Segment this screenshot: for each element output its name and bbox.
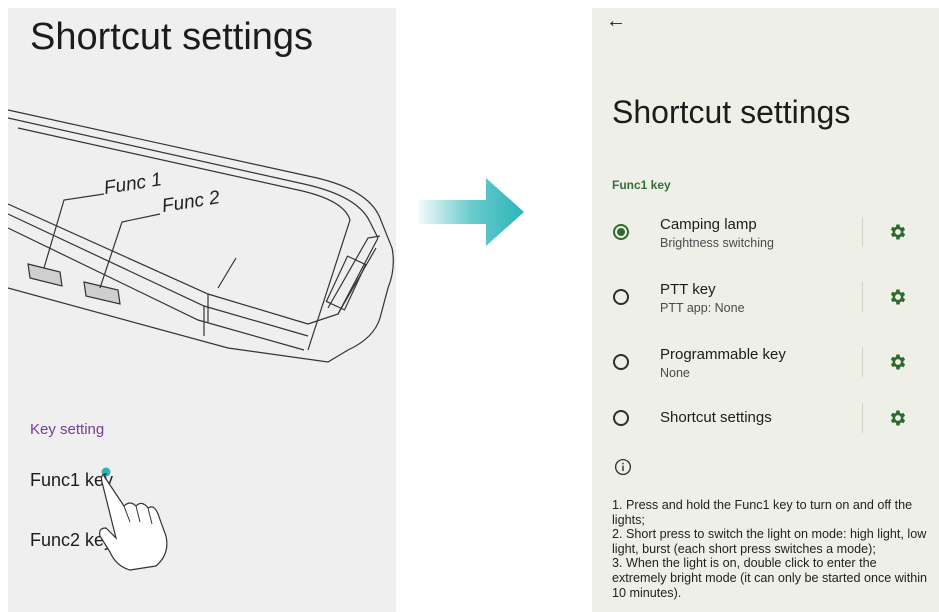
- page-title: Shortcut settings: [30, 16, 314, 58]
- gear-icon[interactable]: [888, 287, 908, 307]
- divider: [862, 217, 863, 247]
- option-subtitle: None: [660, 366, 690, 380]
- gear-icon[interactable]: [888, 222, 908, 242]
- option-ptt-key[interactable]: PTT key PTT app: None: [592, 269, 939, 325]
- gear-icon[interactable]: [888, 408, 908, 428]
- note-line: 1. Press and hold the Func1 key to turn …: [612, 498, 913, 527]
- radio-unchecked-icon[interactable]: [613, 410, 629, 426]
- divider: [862, 403, 863, 433]
- option-subtitle: PTT app: None: [660, 301, 745, 315]
- option-subtitle: Brightness switching: [660, 236, 774, 250]
- option-programmable-key[interactable]: Programmable key None: [592, 334, 939, 390]
- option-title: Programmable key: [660, 346, 786, 363]
- option-title: PTT key: [660, 281, 716, 298]
- option-shortcut-settings[interactable]: Shortcut settings: [592, 390, 939, 446]
- usage-notes: 1. Press and hold the Func1 key to turn …: [612, 498, 932, 600]
- func1-key-section-header: Func1 key: [612, 178, 671, 192]
- transition-arrow-icon: [418, 178, 524, 246]
- option-camping-lamp[interactable]: Camping lamp Brightness switching: [592, 204, 939, 260]
- radio-checked-icon[interactable]: [613, 224, 629, 240]
- tap-hand-icon: [99, 467, 168, 571]
- settings-title: Shortcut settings: [612, 94, 851, 130]
- right-panel: ← Shortcut settings Func1 key Camping la…: [592, 8, 939, 612]
- radio-unchecked-icon[interactable]: [613, 289, 629, 305]
- back-arrow-icon[interactable]: ←: [606, 10, 626, 33]
- divider: [862, 282, 863, 312]
- divider: [862, 347, 863, 377]
- left-panel: Shortcut settings Func 1 Func 2 Key sett…: [8, 8, 396, 612]
- info-icon: [614, 458, 632, 476]
- key-setting-header: Key setting: [30, 421, 105, 438]
- option-title: Shortcut settings: [660, 409, 772, 426]
- device-illustration: [8, 109, 394, 363]
- radio-unchecked-icon[interactable]: [613, 354, 629, 370]
- note-line: 3. When the light is on, double click to…: [612, 556, 927, 600]
- note-line: 2. Short press to switch the light on mo…: [612, 527, 927, 556]
- option-title: Camping lamp: [660, 216, 757, 233]
- gear-icon[interactable]: [888, 352, 908, 372]
